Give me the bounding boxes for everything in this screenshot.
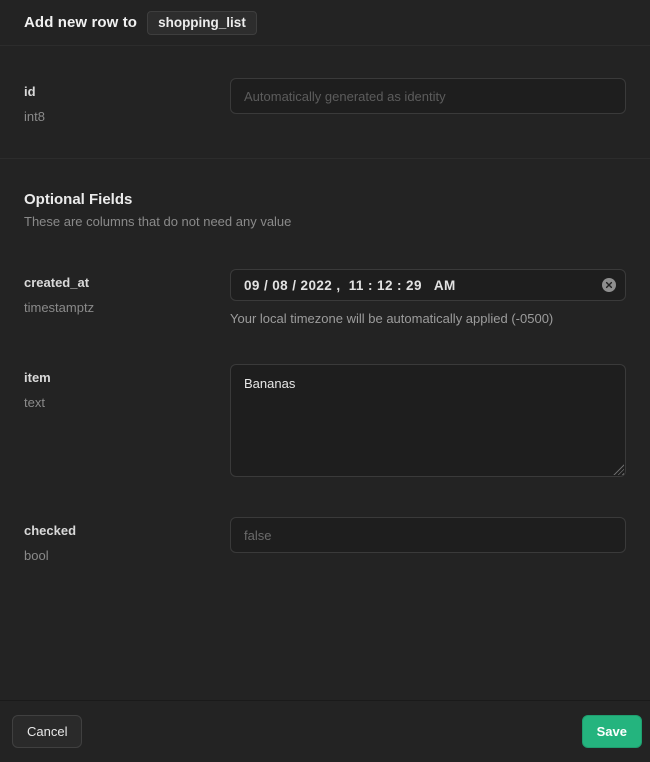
- id-label-stack: id int8: [24, 78, 230, 124]
- field-row-checked: checked bool: [0, 517, 650, 563]
- panel-header: Add new row to shopping_list: [0, 0, 650, 46]
- checked-input[interactable]: [230, 517, 626, 553]
- checked-field-type: bool: [24, 548, 230, 563]
- optional-fields-header: Optional Fields These are columns that d…: [0, 159, 650, 229]
- id-field-type: int8: [24, 109, 230, 124]
- circle-x-icon: [601, 281, 617, 296]
- item-textarea[interactable]: Bananas: [230, 364, 626, 477]
- checked-field-label: checked: [24, 523, 230, 538]
- add-row-panel: Add new row to shopping_list id int8 Opt…: [0, 0, 650, 762]
- item-field-type: text: [24, 395, 230, 410]
- field-row-created-at: created_at timestamptz Your l: [0, 269, 650, 326]
- item-label-stack: item text: [24, 364, 230, 477]
- checked-control: [230, 517, 626, 563]
- field-row-id: id int8: [0, 78, 650, 124]
- created-at-control: Your local timezone will be automaticall…: [230, 269, 626, 326]
- page-title: Add new row to: [24, 14, 137, 31]
- id-field-label: id: [24, 84, 230, 99]
- save-button[interactable]: Save: [582, 715, 642, 748]
- created-at-field-label: created_at: [24, 275, 230, 290]
- datetime-input-wrap: [230, 269, 626, 301]
- required-fields-section: id int8: [0, 46, 650, 159]
- created-at-datetime-input[interactable]: [230, 269, 626, 301]
- optional-fields-title: Optional Fields: [24, 191, 626, 208]
- clear-datetime-button[interactable]: [601, 277, 617, 293]
- timezone-helper-text: Your local timezone will be automaticall…: [230, 311, 626, 326]
- item-field-label: item: [24, 370, 230, 385]
- created-at-field-type: timestamptz: [24, 300, 230, 315]
- created-at-label-stack: created_at timestamptz: [24, 269, 230, 326]
- checked-label-stack: checked bool: [24, 517, 230, 563]
- panel-body: id int8 Optional Fields These are column…: [0, 46, 650, 700]
- field-row-item: item text Bananas: [0, 364, 650, 477]
- optional-fields-subtitle: These are columns that do not need any v…: [24, 214, 626, 229]
- id-control: [230, 78, 626, 124]
- table-name-badge: shopping_list: [147, 11, 257, 35]
- id-input: [230, 78, 626, 114]
- panel-footer: Cancel Save: [0, 700, 650, 762]
- item-control: Bananas: [230, 364, 626, 477]
- cancel-button[interactable]: Cancel: [12, 715, 82, 748]
